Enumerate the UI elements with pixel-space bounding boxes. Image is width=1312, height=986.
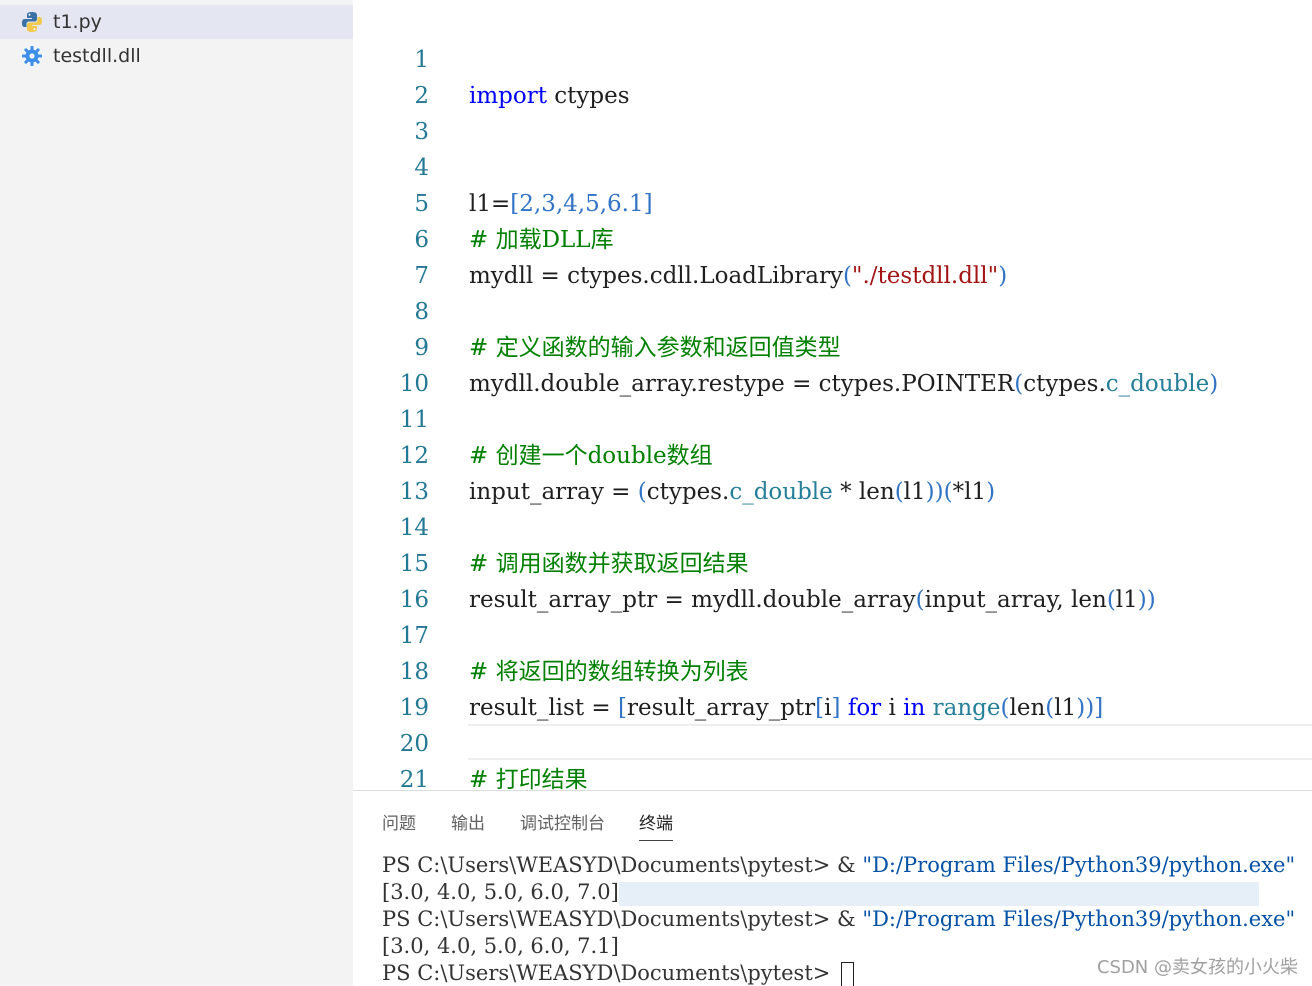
explorer-item-t1-py[interactable]: t1.py xyxy=(0,5,353,39)
explorer-item-label: t1.py xyxy=(53,11,102,33)
code-line: 11 # 创建一个double数组 xyxy=(353,366,1312,469)
explorer-item-label: testdll.dll xyxy=(53,45,141,67)
code-line: 9 mydll.double_array.restype = ctypes.PO… xyxy=(353,294,1312,397)
explorer-sidebar: t1.py testdll.dll xyxy=(0,0,353,986)
code-line: 12 input_array = (ctypes.c_double * len(… xyxy=(353,402,1312,505)
tab-output[interactable]: 输出 xyxy=(451,809,485,840)
watermark: CSDN @卖女孩的小火柴 xyxy=(1096,957,1298,978)
line-number: 21 xyxy=(399,767,429,790)
code-editor[interactable]: 1 import ctypes 2 3 4 l1=[2,3,4,5,6.1] 5… xyxy=(353,0,1312,790)
code-line: 4 l1=[2,3,4,5,6.1] xyxy=(353,114,1312,217)
code-line: 13 xyxy=(353,438,1312,505)
code-line: 17 # 将返回的数组转换为列表 xyxy=(353,582,1312,685)
code-line: 5 # 加载DLL库 xyxy=(353,150,1312,253)
bottom-panel: 问题 输出 调试控制台 终端 PS C:\Users\WEASYD\Docume… xyxy=(353,790,1312,986)
code-line: 1 import ctypes xyxy=(353,6,1312,109)
tab-debug-console[interactable]: 调试控制台 xyxy=(520,809,605,840)
code-line: 14 # 调用函数并获取返回结果 xyxy=(353,474,1312,577)
code-line-current: 21 print(result_list) xyxy=(400,724,1312,790)
code-line: 19 xyxy=(353,654,1312,721)
code-line: 20 # 打印结果 xyxy=(353,690,1312,790)
code-line: 7 xyxy=(353,222,1312,289)
terminal-line: PS C:\Users\WEASYD\Documents\pytest> & "… xyxy=(382,853,1296,877)
code-line: 3 xyxy=(353,78,1312,145)
code-line: 2 xyxy=(353,42,1312,109)
terminal-output-line: [3.0, 4.0, 5.0, 6.0, 7.0] xyxy=(382,879,1312,906)
code-line: 18 result_list = [result_array_ptr[i] fo… xyxy=(353,618,1312,721)
tab-problems[interactable]: 问题 xyxy=(382,809,416,840)
code-line: 15 result_array_ptr = mydll.double_array… xyxy=(353,510,1312,613)
panel-tabs: 问题 输出 调试控制台 终端 xyxy=(353,791,1312,841)
gear-icon xyxy=(21,45,43,67)
vscode-window: t1.py testdll.dll 1 import ctypes 2 3 4 … xyxy=(0,0,1312,986)
code-line: 16 xyxy=(353,546,1312,613)
line-number: 20 xyxy=(399,731,429,757)
terminal-cursor xyxy=(841,961,855,986)
code-line: 6 mydll = ctypes.cdll.LoadLibrary("./tes… xyxy=(353,186,1312,289)
python-file-icon xyxy=(21,11,43,33)
code-line: 10 xyxy=(353,330,1312,397)
code-line: 8 # 定义函数的输入参数和返回值类型 xyxy=(353,258,1312,361)
explorer-item-testdll-dll[interactable]: testdll.dll xyxy=(0,39,353,73)
tab-terminal[interactable]: 终端 xyxy=(639,809,673,841)
terminal-line: PS C:\Users\WEASYD\Documents\pytest> & "… xyxy=(382,907,1296,931)
